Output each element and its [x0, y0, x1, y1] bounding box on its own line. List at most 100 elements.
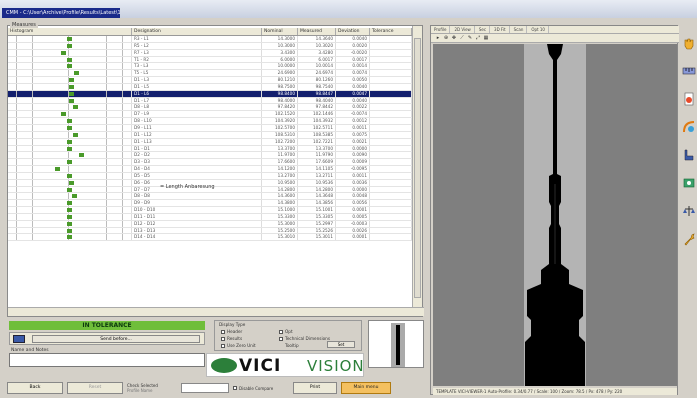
zoom-icon[interactable]: ⊕ — [443, 35, 449, 41]
tolerance-cell — [370, 124, 412, 131]
table-row[interactable]: D1 - L13 102.7200 102.7221 0.0021 — [8, 138, 412, 146]
histogram-guide-line — [16, 90, 17, 97]
table-row[interactable]: T5 - L5 24.6900 24.6974 0.0074 — [8, 70, 412, 78]
scroll-thumb[interactable] — [414, 38, 421, 298]
table-row[interactable]: D2 - D2 11.9700 11.9790 0.0090 — [8, 152, 412, 160]
grid-vertical-scrollbar[interactable] — [412, 26, 422, 308]
table-row[interactable]: D14 - D14 15.3010 15.3011 0.0001 — [8, 234, 412, 242]
col-deviation[interactable]: Deviation — [336, 28, 370, 35]
checkbox[interactable] — [221, 343, 225, 348]
deviation-cell: 0.0012 — [336, 118, 370, 124]
table-row[interactable]: R5 - L2 10.3000 10.3020 0.0020 — [8, 42, 412, 50]
histogram-guide-line — [106, 56, 107, 63]
col-measured[interactable]: Measured — [298, 28, 336, 35]
tolerance-cell — [370, 152, 412, 159]
table-row[interactable]: D8 - D8 14.3600 14.3648 0.0048 — [8, 193, 412, 201]
table-row[interactable]: D8 - L8 97.8420 97.8442 0.0022 — [8, 104, 412, 112]
table-row[interactable]: D1 - L12 108.5310 108.5385 0.0075 — [8, 131, 412, 139]
fit-icon[interactable]: ⤢ — [475, 35, 481, 41]
table-row[interactable]: D4 - D4 14.1200 14.1105 -0.0095 — [8, 166, 412, 173]
document-icon[interactable] — [681, 88, 697, 110]
tab-sec[interactable]: Sec — [476, 26, 491, 33]
table-row[interactable]: R7 - L3 3.4300 3.4280 -0.0020 — [8, 49, 412, 57]
set-button[interactable]: Set — [327, 341, 355, 348]
histogram-guide-line — [32, 220, 33, 227]
checkbox[interactable] — [221, 336, 225, 341]
table-row[interactable]: D1 - D1 13.3700 13.3700 0.0000 — [8, 145, 412, 153]
profile-thumbnail[interactable] — [368, 320, 424, 368]
table-row[interactable]: R3 - L1 14.3000 14.3640 0.0040 — [8, 36, 412, 43]
option-results[interactable]: Results — [221, 336, 242, 341]
table-row[interactable]: T3 - L3 10.0000 10.0014 0.0014 — [8, 63, 412, 71]
tolerance-cell — [370, 213, 412, 220]
calibrate-icon[interactable] — [681, 116, 697, 138]
send-button[interactable]: Send before... — [32, 335, 200, 343]
profile-icon[interactable] — [681, 144, 697, 166]
machine-icon[interactable] — [681, 172, 697, 194]
measure-icon[interactable]: ⟋ — [459, 35, 465, 41]
name-notes-input[interactable] — [9, 353, 205, 367]
option-zero-unit[interactable]: Use Zero Unit — [221, 343, 256, 348]
histogram-guide-line — [106, 49, 107, 56]
table-row[interactable]: D1 - L5 98.7500 98.7540 0.0040 — [8, 83, 412, 91]
tab-3d-fit[interactable]: 3D Fit — [491, 26, 510, 33]
table-row[interactable]: T1 - R2 6.0000 6.0017 0.0017 — [8, 56, 412, 64]
hand-icon[interactable] — [681, 32, 697, 54]
wrench-icon[interactable] — [681, 228, 697, 250]
cursor-icon[interactable]: ▸ — [435, 35, 441, 41]
table-row[interactable]: D5 - D5 13.2700 13.2711 0.0011 — [8, 172, 412, 180]
checkbox[interactable] — [221, 329, 225, 334]
table-row[interactable]: D8 - L10 104.3920 104.3932 0.0012 — [8, 118, 412, 125]
table-row[interactable]: D1 - L3 80.1210 80.1260 0.0050 — [8, 77, 412, 84]
nominal-cell: 14.3000 — [262, 36, 298, 42]
checkbox[interactable] — [233, 386, 237, 390]
deviation-cell: 0.0011 — [336, 124, 370, 131]
table-row[interactable]: D13 - D13 15.2500 15.2526 0.0026 — [8, 227, 412, 235]
tab-2d-view[interactable]: 2D View — [451, 26, 475, 33]
grid-icon[interactable]: ▦ — [483, 35, 489, 41]
table-row[interactable]: D12 - D12 15.3000 15.2997 -0.0003 — [8, 220, 412, 228]
designation-cell: D1 - L3 — [132, 77, 262, 83]
disable-compare[interactable]: Disable Compare — [233, 386, 289, 391]
deviation-cell: 0.0075 — [336, 131, 370, 138]
grid-horizontal-scrollbar[interactable] — [8, 307, 424, 316]
back-button[interactable]: Back — [7, 382, 63, 394]
col-nominal[interactable]: Nominal — [262, 28, 298, 35]
table-row[interactable]: D10 - D10 15.1000 15.1001 0.0001 — [8, 207, 412, 214]
table-row[interactable]: D9 - D9 14.3800 14.3856 0.0056 — [8, 200, 412, 208]
checkbox[interactable] — [279, 336, 283, 341]
histogram-guide-line — [122, 70, 123, 77]
pan-icon[interactable]: ✥ — [451, 35, 457, 41]
option-opt[interactable]: Opt — [279, 329, 293, 334]
col-tolerance[interactable]: Tolerance — [370, 28, 412, 35]
check-group: Check Selected Profile Name — [127, 383, 177, 393]
option-technical[interactable]: Technical Dimensions — [279, 336, 330, 341]
deviation-cell: 0.0074 — [336, 70, 370, 77]
table-row[interactable]: D1 - L7 98.4000 98.4040 0.0040 — [8, 97, 412, 105]
balance-icon[interactable] — [681, 200, 697, 222]
histogram-guide-line — [68, 193, 69, 200]
checkbox[interactable] — [279, 329, 283, 334]
option-header[interactable]: Header — [221, 329, 242, 334]
ruler-icon[interactable] — [681, 60, 697, 82]
tab-opt[interactable]: Opt 10 — [528, 26, 549, 33]
col-histogram[interactable]: Histogram — [8, 28, 132, 35]
table-row[interactable]: D3 - D3 17.6600 17.6609 0.0009 — [8, 159, 412, 167]
profile-canvas[interactable] — [433, 44, 677, 386]
tab-scan[interactable]: Scan — [511, 26, 528, 33]
tab-profile[interactable]: Profile — [431, 26, 451, 33]
nominal-cell: 15.3000 — [262, 220, 298, 227]
main-menu-button[interactable]: Main menu — [341, 382, 391, 394]
slider-field[interactable] — [181, 383, 229, 393]
print-button[interactable]: Print — [293, 382, 337, 394]
designation-cell: D5 - D5 — [132, 172, 262, 179]
edit-icon[interactable]: ✎ — [467, 35, 473, 41]
table-row[interactable]: D7 - L9 102.1520 102.1446 -0.0074 — [8, 111, 412, 119]
table-row[interactable]: D1 - L6 98.8400 98.8447 0.0047 — [8, 90, 412, 98]
row-tooltip: = Length Anbaresung — [160, 184, 215, 190]
reset-button[interactable]: Reset — [67, 382, 123, 394]
table-row[interactable]: D9 - L11 102.5700 102.5711 0.0011 — [8, 124, 412, 132]
table-row[interactable]: D11 - D11 15.3300 15.3305 0.0005 — [8, 213, 412, 221]
nominal-cell: 15.1000 — [262, 207, 298, 213]
col-designation[interactable]: Designation — [132, 28, 262, 35]
